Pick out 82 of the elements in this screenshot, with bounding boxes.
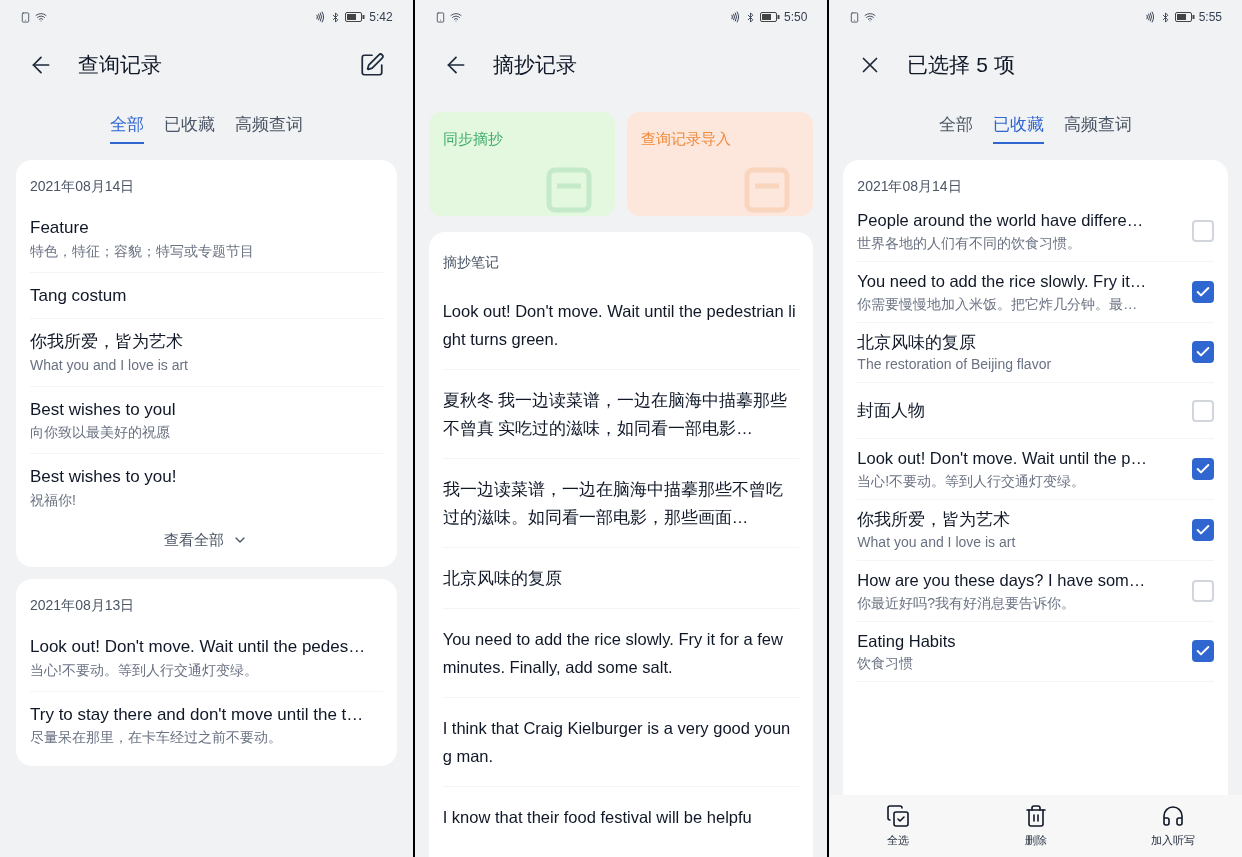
entry-translation: 祝福你! (30, 490, 77, 510)
action-label: 查询记录导入 (641, 129, 731, 149)
view-all-button[interactable]: 查看全部 (164, 528, 249, 551)
status-time: 5:55 (1198, 9, 1222, 26)
entry-title[interactable]: Best wishes to you! (30, 464, 383, 490)
checkbox[interactable] (1192, 518, 1214, 541)
note-text[interactable]: I know that their food festival will be helpfu (442, 803, 800, 831)
wifi-icon (449, 11, 462, 23)
tab[interactable]: 高频查词 (234, 112, 303, 144)
date-label: 2021年08月14日 (857, 177, 963, 196)
battery-icon (1174, 12, 1195, 22)
nfc-icon (314, 11, 327, 23)
sim-icon (434, 11, 446, 23)
page-title: 已选择 5 项 (907, 52, 1016, 79)
sim-icon (849, 11, 861, 23)
tab[interactable]: 全部 (109, 112, 144, 144)
date-label: 2021年08月13日 (30, 596, 136, 615)
entry-title[interactable]: 你我所爱，皆为艺术 (30, 329, 383, 355)
bluetooth-icon (745, 11, 756, 23)
entry-title[interactable]: 封面人物 (857, 398, 1184, 424)
action-label: 同步摘抄 (442, 129, 503, 149)
entry-translation: 世界各地的人们有不同的饮食习惯。 (857, 233, 1083, 253)
toolbar-button[interactable]: 全选 (858, 803, 939, 849)
page-title: 摘抄记录 (492, 52, 578, 79)
entry-title[interactable]: Eating Habits (857, 628, 1184, 654)
entry-title[interactable]: Look out! Don't move. Wait until the pedes… (30, 634, 383, 660)
battery-icon (345, 12, 366, 22)
tab[interactable]: 全部 (939, 112, 974, 144)
entry-translation: 你最近好吗?我有好消息要告诉你。 (857, 593, 1077, 613)
note-text[interactable]: Look out! Don't move. Wait until the pedestrian light turns green. (442, 297, 800, 353)
status-time: 5:42 (369, 9, 393, 26)
entry-translation: 向你致以最美好的祝愿 (30, 423, 171, 442)
note-text[interactable]: 我一边读菜谱，一边在脑海中描摹那些不曾吃过的滋味。如同看一部电影，那些画面… (442, 475, 800, 531)
entry-title[interactable]: Feature (30, 215, 383, 241)
toolbar-button[interactable]: 加入听写 (1133, 803, 1214, 849)
page-title: 查询记录 (78, 52, 163, 79)
entry-title[interactable]: Tang costum (30, 282, 383, 308)
note-text[interactable]: I think that Craig Kielburger is a very good young man. (442, 714, 800, 770)
entry-translation: 当心!不要动。等到人行交通灯变绿。 (857, 472, 1087, 491)
edit-icon[interactable] (358, 52, 385, 78)
checkbox[interactable] (1192, 280, 1214, 303)
entry-translation: What you and I love is art (857, 532, 1017, 552)
date-label: 2021年08月14日 (30, 177, 136, 196)
note-text[interactable]: 北京风味的复原 (442, 564, 800, 592)
toolbar-button[interactable]: 删除 (995, 803, 1076, 849)
entry-title[interactable]: Try to stay there and don't move until the t… (30, 701, 383, 727)
entry-translation: 尽量呆在那里，在卡车经过之前不要动。 (30, 728, 283, 747)
tab[interactable]: 已收藏 (163, 112, 215, 144)
entry-title[interactable]: People around the world have differe… (857, 208, 1184, 233)
sim-icon (20, 11, 31, 23)
nfc-icon (729, 11, 741, 23)
nfc-icon (1143, 11, 1156, 23)
checkbox[interactable] (1192, 579, 1214, 602)
checkbox[interactable] (1192, 640, 1214, 663)
entry-title[interactable]: How are you these days? I have som… (857, 567, 1184, 593)
wifi-icon (864, 11, 877, 23)
entry-translation: What you and I love is art (30, 355, 189, 375)
section-title: 摘抄笔记 (442, 253, 500, 272)
battery-icon (760, 12, 780, 22)
note-text[interactable]: 夏秋冬 我一边读菜谱，一边在脑海中描摹那些不曾真 实吃过的滋味，如同看一部电影… (442, 386, 800, 442)
status-time: 5:50 (784, 9, 808, 26)
entry-title[interactable]: 北京风味的复原 (857, 329, 1184, 355)
tab[interactable]: 高频查词 (1064, 112, 1133, 144)
tab[interactable]: 已收藏 (993, 112, 1045, 144)
checkbox[interactable] (1192, 341, 1214, 364)
entry-title[interactable]: Best wishes to youl (30, 396, 383, 422)
wifi-icon (35, 11, 47, 23)
headphones-icon (1161, 803, 1186, 828)
entry-translation: 当心!不要动。等到人行交通灯变绿。 (30, 660, 259, 680)
checkbox[interactable] (1192, 399, 1214, 422)
note-text[interactable]: You need to add the rice slowly. Fry it for a few minutes. Finally, add some salt. (442, 625, 800, 681)
entry-title[interactable]: 你我所爱，皆为艺术 (857, 507, 1184, 532)
entry-translation: 特色，特征；容貌；特写或专题节目 (30, 241, 255, 261)
entry-title[interactable]: You need to add the rice slowly. Fry it… (857, 268, 1184, 294)
select-all-icon (886, 803, 911, 828)
checkbox[interactable] (1192, 219, 1214, 242)
entry-title[interactable]: Look out! Don't move. Wait until the p… (857, 446, 1184, 471)
entry-translation: The restoration of Beijing flavor (857, 355, 1053, 375)
entry-translation: 饮食习惯 (857, 654, 915, 674)
entry-translation: 你需要慢慢地加入米饭。把它炸几分钟。最… (857, 294, 1139, 314)
checkbox[interactable] (1192, 458, 1214, 481)
trash-icon (1023, 803, 1048, 828)
